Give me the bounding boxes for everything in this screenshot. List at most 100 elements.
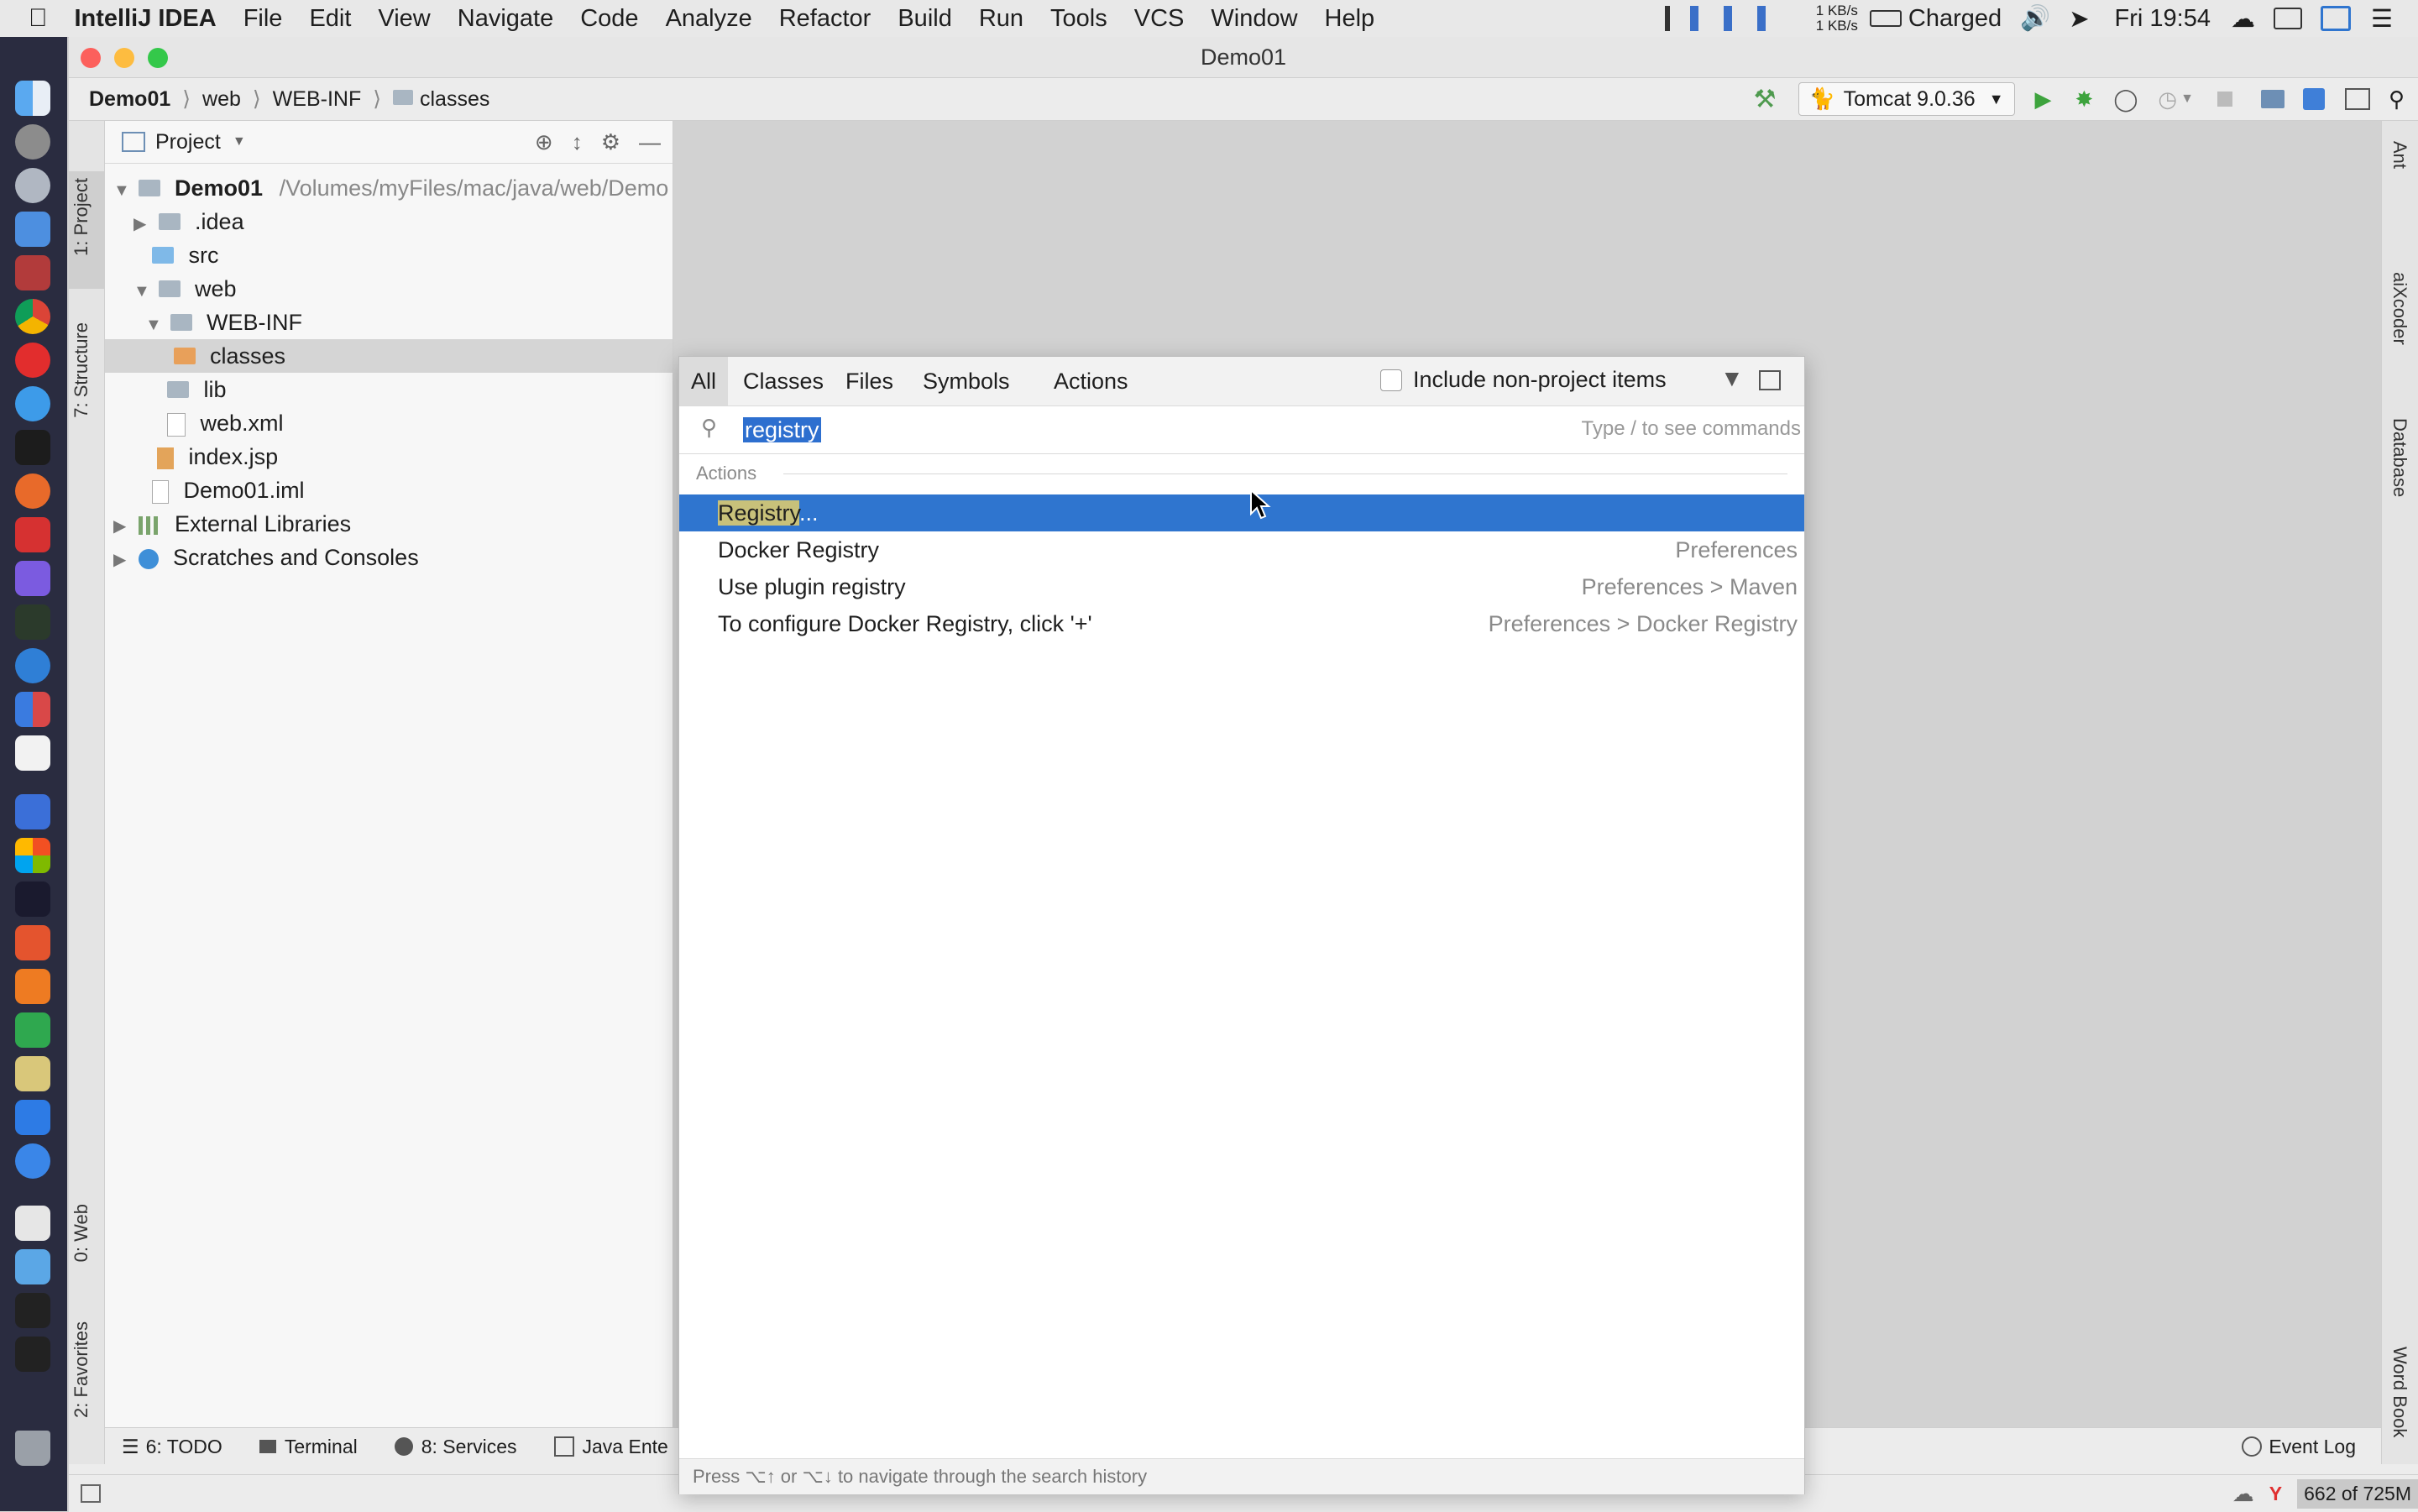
locate-file-icon[interactable]: ⊕ <box>535 129 553 155</box>
include-non-project-label[interactable]: Include non-project items <box>1413 367 1667 393</box>
tree-row-src[interactable]: src <box>152 238 219 272</box>
microsoft-icon[interactable] <box>15 838 50 873</box>
tree-row-web-xml[interactable]: web.xml <box>167 406 284 440</box>
xcode-icon[interactable] <box>15 212 50 247</box>
tree-row-web[interactable]: ▼ web <box>133 272 237 306</box>
intellij-icon[interactable] <box>15 882 50 917</box>
purple-app-icon[interactable] <box>15 561 50 596</box>
tree-row-web-inf[interactable]: ▼ WEB-INF <box>145 306 302 339</box>
tab-actions[interactable]: Actions <box>1042 357 1140 405</box>
filter-icon[interactable]: ▼ <box>1720 365 1744 392</box>
debug-icon[interactable]: ✸ <box>2075 86 2094 112</box>
run-configuration-select[interactable]: 🐈 Tomcat 9.0.36 ▼ <box>1798 82 2015 116</box>
collapsed-arrow-icon[interactable]: ▶ <box>113 543 132 577</box>
keyboard-icon[interactable] <box>2274 8 2302 29</box>
menu-tools[interactable]: Tools <box>1050 5 1107 33</box>
expanded-arrow-icon[interactable]: ▼ <box>113 174 132 207</box>
collapse-all-icon[interactable]: ↕ <box>572 129 583 155</box>
menu-view[interactable]: View <box>378 5 430 33</box>
tool-window-services[interactable]: 8: Services <box>421 1436 517 1458</box>
hide-panel-icon[interactable]: — <box>639 129 661 155</box>
menubar-clock[interactable]: Fri 19:54 <box>2115 5 2211 33</box>
menu-navigate[interactable]: Navigate <box>458 5 553 33</box>
tool-window-word-book-label[interactable]: Word Book <box>2389 1347 2410 1437</box>
tab-classes[interactable]: Classes <box>731 357 835 405</box>
tree-row-index-jsp[interactable]: index.jsp <box>157 440 278 473</box>
volume-icon[interactable]: 🔊 <box>2020 4 2050 33</box>
presentation-icon[interactable] <box>2344 88 2370 110</box>
apple-icon[interactable]:  <box>29 4 48 33</box>
collapsed-arrow-icon[interactable]: ▶ <box>133 207 152 241</box>
system-monitor-icon[interactable] <box>1664 6 1799 31</box>
menu-file[interactable]: File <box>243 5 283 33</box>
screen-icon[interactable] <box>2321 6 2351 31</box>
cloud-sync-icon[interactable]: ☁ <box>2232 1481 2254 1507</box>
coverage-icon[interactable]: ◯ <box>2113 86 2138 112</box>
expanded-arrow-icon[interactable]: ▼ <box>145 308 164 342</box>
send-icon[interactable]: ➤ <box>2069 4 2089 34</box>
chrome-icon[interactable] <box>15 299 50 334</box>
terminal-window-icon[interactable] <box>15 1293 50 1328</box>
menu-edit[interactable]: Edit <box>309 5 351 33</box>
tree-row-root[interactable]: ▼ Demo01 /Volumes/myFiles/mac/java/web/D… <box>113 171 668 205</box>
tree-row-lib[interactable]: lib <box>167 373 227 406</box>
music-app-icon[interactable] <box>15 343 50 378</box>
open-in-window-icon[interactable] <box>1759 370 1781 390</box>
profile-dropdown-icon[interactable]: ▼ <box>2180 92 2194 107</box>
menu-code[interactable]: Code <box>580 5 638 33</box>
red-app-icon[interactable] <box>15 517 50 552</box>
tab-symbols[interactable]: Symbols <box>911 357 1022 405</box>
menu-app-name[interactable]: IntelliJ IDEA <box>75 5 217 33</box>
result-item-use-plugin-registry[interactable]: Use plugin registry Preferences > Maven <box>679 568 1804 605</box>
numbers-icon[interactable] <box>15 1012 50 1048</box>
maps-icon[interactable] <box>15 648 50 683</box>
result-item-docker-registry[interactable]: Docker Registry Preferences <box>679 531 1804 568</box>
menu-analyze[interactable]: Analyze <box>666 5 752 33</box>
tool-window-structure-label[interactable]: 7: Structure <box>71 322 92 418</box>
breadcrumb-demo01[interactable]: Demo01 <box>89 87 170 112</box>
project-structure-icon[interactable] <box>2260 90 2285 108</box>
tool-window-todo[interactable]: 6: TODO <box>146 1436 222 1458</box>
terminal-window-2-icon[interactable] <box>15 1337 50 1372</box>
finder-icon[interactable] <box>15 81 50 116</box>
gear-icon[interactable]: ⚙ <box>601 129 620 155</box>
tool-window-favorites-label[interactable]: 2: Favorites <box>71 1321 92 1418</box>
tab-files[interactable]: Files <box>834 357 905 405</box>
launchpad-icon[interactable] <box>15 168 50 203</box>
breadcrumb-web[interactable]: web <box>202 87 241 112</box>
chevron-down-icon[interactable]: ▼ <box>233 134 246 149</box>
tool-window-terminal[interactable]: Terminal <box>285 1436 358 1458</box>
xmind-icon[interactable] <box>15 925 50 960</box>
menu-vcs[interactable]: VCS <box>1134 5 1185 33</box>
messenger-icon[interactable] <box>15 386 50 421</box>
expanded-arrow-icon[interactable]: ▼ <box>133 275 152 308</box>
typora-icon[interactable] <box>15 735 50 771</box>
tool-window-project-label[interactable]: 1: Project <box>71 178 92 256</box>
menu-window[interactable]: Window <box>1211 5 1297 33</box>
search-input[interactable] <box>741 413 1416 447</box>
tree-row-classes-selected[interactable]: classes <box>105 339 673 373</box>
activity-monitor-icon[interactable] <box>15 604 50 640</box>
orange-app-icon[interactable] <box>15 969 50 1004</box>
translate-icon[interactable] <box>2302 88 2325 110</box>
battery-icon[interactable] <box>1869 10 1902 27</box>
menu-build[interactable]: Build <box>898 5 952 33</box>
tree-row-idea[interactable]: ▶ .idea <box>133 205 244 238</box>
todo-icon[interactable] <box>15 794 50 829</box>
tool-window-web-label[interactable]: 0: Web <box>71 1204 92 1262</box>
result-item-configure-docker-registry[interactable]: To configure Docker Registry, click '+' … <box>679 605 1804 642</box>
tool-window-ant-label[interactable]: Ant <box>2389 141 2410 169</box>
include-non-project-checkbox[interactable] <box>1380 369 1402 391</box>
tool-window-java-enterprise[interactable]: Java Ente <box>583 1436 668 1458</box>
tree-row-external-libraries[interactable]: ▶ External Libraries <box>113 507 351 541</box>
build-hammer-icon[interactable]: ⚒ <box>1754 85 1777 114</box>
battery-status[interactable]: Charged <box>1908 5 2002 33</box>
folder-icon[interactable] <box>15 1249 50 1284</box>
trash-icon[interactable] <box>15 1431 50 1466</box>
tree-row-scratches[interactable]: ▶ Scratches and Consoles <box>113 541 419 574</box>
system-preferences-icon[interactable] <box>15 124 50 160</box>
tool-window-aixcoder-label[interactable]: aiXcoder <box>2389 272 2410 345</box>
dictionary-icon[interactable] <box>15 255 50 290</box>
yandex-icon[interactable]: Y <box>2269 1483 2282 1505</box>
office-icon[interactable] <box>15 692 50 727</box>
